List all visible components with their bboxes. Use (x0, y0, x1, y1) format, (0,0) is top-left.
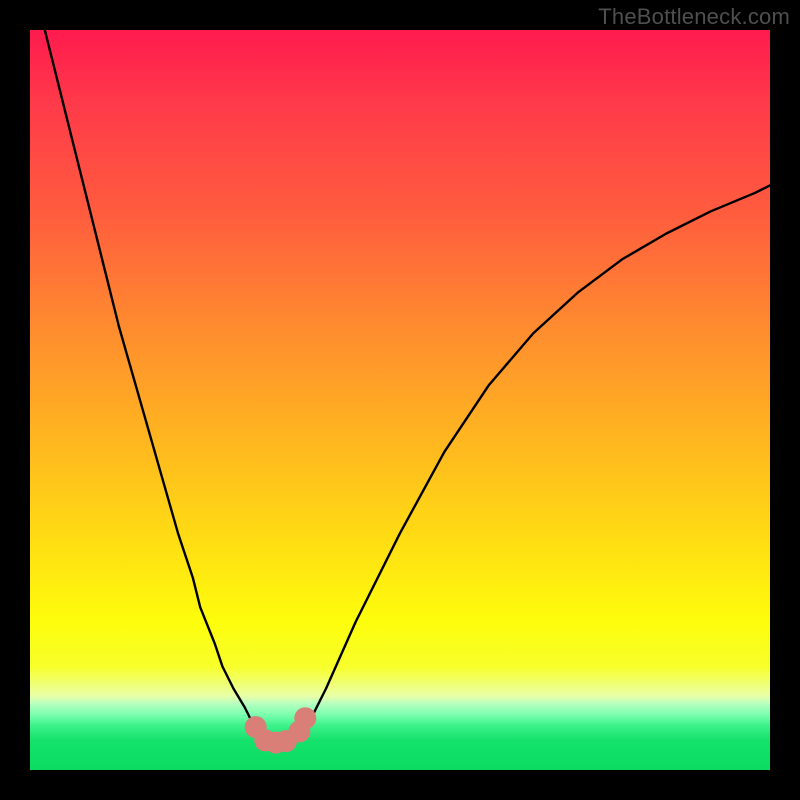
chart-frame: TheBottleneck.com (0, 0, 800, 800)
trough-right2 (294, 707, 316, 729)
bottleneck-curve (45, 30, 770, 743)
curve-layer (30, 30, 770, 770)
plot-area (30, 30, 770, 770)
trough-markers (245, 707, 317, 753)
watermark-text: TheBottleneck.com (598, 4, 790, 30)
